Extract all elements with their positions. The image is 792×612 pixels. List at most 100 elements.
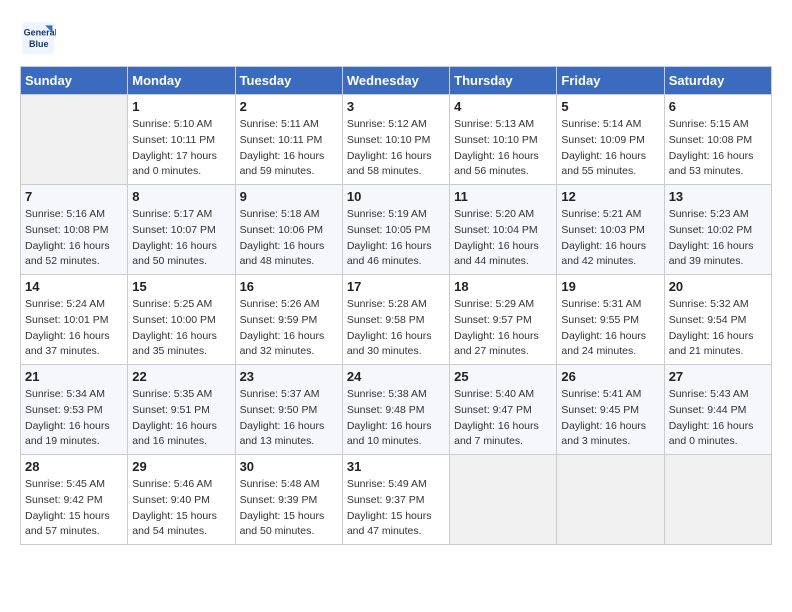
calendar-cell: 20 Sunrise: 5:32 AMSunset: 9:54 PMDayligh…: [664, 275, 771, 365]
col-header-friday: Friday: [557, 67, 664, 95]
calendar-cell: 9 Sunrise: 5:18 AMSunset: 10:06 PMDayligh…: [235, 185, 342, 275]
day-info: Sunrise: 5:26 AMSunset: 9:59 PMDaylight:…: [240, 297, 338, 360]
day-info: Sunrise: 5:20 AMSunset: 10:04 PMDaylight…: [454, 207, 552, 270]
day-number: 17: [347, 279, 445, 294]
calendar-cell: 1 Sunrise: 5:10 AMSunset: 10:11 PMDayligh…: [128, 95, 235, 185]
calendar-week-row: 14 Sunrise: 5:24 AMSunset: 10:01 PMDaylig…: [21, 275, 772, 365]
day-info: Sunrise: 5:46 AMSunset: 9:40 PMDaylight:…: [132, 477, 230, 540]
day-info: Sunrise: 5:37 AMSunset: 9:50 PMDaylight:…: [240, 387, 338, 450]
day-number: 1: [132, 99, 230, 114]
calendar-cell: 18 Sunrise: 5:29 AMSunset: 9:57 PMDayligh…: [450, 275, 557, 365]
day-info: Sunrise: 5:19 AMSunset: 10:05 PMDaylight…: [347, 207, 445, 270]
calendar-cell: 25 Sunrise: 5:40 AMSunset: 9:47 PMDayligh…: [450, 365, 557, 455]
calendar-header-row: SundayMondayTuesdayWednesdayThursdayFrid…: [21, 67, 772, 95]
day-number: 7: [25, 189, 123, 204]
calendar-week-row: 7 Sunrise: 5:16 AMSunset: 10:08 PMDayligh…: [21, 185, 772, 275]
day-number: 20: [669, 279, 767, 294]
day-number: 28: [25, 459, 123, 474]
col-header-sunday: Sunday: [21, 67, 128, 95]
calendar-cell: 19 Sunrise: 5:31 AMSunset: 9:55 PMDayligh…: [557, 275, 664, 365]
day-number: 15: [132, 279, 230, 294]
logo-icon: General Blue: [20, 20, 56, 56]
calendar-cell: 29 Sunrise: 5:46 AMSunset: 9:40 PMDayligh…: [128, 455, 235, 545]
day-info: Sunrise: 5:40 AMSunset: 9:47 PMDaylight:…: [454, 387, 552, 450]
day-info: Sunrise: 5:12 AMSunset: 10:10 PMDaylight…: [347, 117, 445, 180]
col-header-tuesday: Tuesday: [235, 67, 342, 95]
day-number: 18: [454, 279, 552, 294]
calendar-cell: 17 Sunrise: 5:28 AMSunset: 9:58 PMDayligh…: [342, 275, 449, 365]
day-number: 30: [240, 459, 338, 474]
day-number: 5: [561, 99, 659, 114]
day-number: 11: [454, 189, 552, 204]
day-number: 4: [454, 99, 552, 114]
calendar-cell: 13 Sunrise: 5:23 AMSunset: 10:02 PMDaylig…: [664, 185, 771, 275]
day-info: Sunrise: 5:35 AMSunset: 9:51 PMDaylight:…: [132, 387, 230, 450]
logo: General Blue: [20, 20, 60, 56]
day-info: Sunrise: 5:31 AMSunset: 9:55 PMDaylight:…: [561, 297, 659, 360]
day-info: Sunrise: 5:32 AMSunset: 9:54 PMDaylight:…: [669, 297, 767, 360]
calendar-cell: 26 Sunrise: 5:41 AMSunset: 9:45 PMDayligh…: [557, 365, 664, 455]
calendar-cell: [557, 455, 664, 545]
calendar-cell: 27 Sunrise: 5:43 AMSunset: 9:44 PMDayligh…: [664, 365, 771, 455]
calendar-cell: 5Sunrise: 5:14 AMSunset: 10:09 PMDayligh…: [557, 95, 664, 185]
day-number: 27: [669, 369, 767, 384]
day-info: Sunrise: 5:28 AMSunset: 9:58 PMDaylight:…: [347, 297, 445, 360]
day-info: Sunrise: 5:34 AMSunset: 9:53 PMDaylight:…: [25, 387, 123, 450]
day-info: Sunrise: 5:10 AMSunset: 10:11 PMDaylight…: [132, 117, 230, 180]
day-number: 23: [240, 369, 338, 384]
calendar-cell: 21 Sunrise: 5:34 AMSunset: 9:53 PMDayligh…: [21, 365, 128, 455]
day-info: Sunrise: 5:45 AMSunset: 9:42 PMDaylight:…: [25, 477, 123, 540]
day-number: 2: [240, 99, 338, 114]
day-info: Sunrise: 5:16 AMSunset: 10:08 PMDaylight…: [25, 207, 123, 270]
calendar-week-row: 21 Sunrise: 5:34 AMSunset: 9:53 PMDayligh…: [21, 365, 772, 455]
calendar-cell: 7 Sunrise: 5:16 AMSunset: 10:08 PMDayligh…: [21, 185, 128, 275]
day-info: Sunrise: 5:15 AMSunset: 10:08 PMDaylight…: [669, 117, 767, 180]
day-number: 25: [454, 369, 552, 384]
calendar-cell: 24 Sunrise: 5:38 AMSunset: 9:48 PMDayligh…: [342, 365, 449, 455]
calendar-cell: 23 Sunrise: 5:37 AMSunset: 9:50 PMDayligh…: [235, 365, 342, 455]
day-info: Sunrise: 5:24 AMSunset: 10:01 PMDaylight…: [25, 297, 123, 360]
col-header-thursday: Thursday: [450, 67, 557, 95]
calendar-cell: 10Sunrise: 5:19 AMSunset: 10:05 PMDaylig…: [342, 185, 449, 275]
day-number: 26: [561, 369, 659, 384]
day-info: Sunrise: 5:29 AMSunset: 9:57 PMDaylight:…: [454, 297, 552, 360]
calendar-cell: 16 Sunrise: 5:26 AMSunset: 9:59 PMDayligh…: [235, 275, 342, 365]
calendar-cell: [21, 95, 128, 185]
calendar-week-row: 1 Sunrise: 5:10 AMSunset: 10:11 PMDayligh…: [21, 95, 772, 185]
day-info: Sunrise: 5:21 AMSunset: 10:03 PMDaylight…: [561, 207, 659, 270]
calendar-table: SundayMondayTuesdayWednesdayThursdayFrid…: [20, 66, 772, 545]
svg-text:Blue: Blue: [29, 39, 49, 49]
day-number: 19: [561, 279, 659, 294]
day-number: 14: [25, 279, 123, 294]
day-info: Sunrise: 5:11 AMSunset: 10:11 PMDaylight…: [240, 117, 338, 180]
col-header-monday: Monday: [128, 67, 235, 95]
page-header: General Blue: [20, 20, 772, 56]
day-number: 12: [561, 189, 659, 204]
day-info: Sunrise: 5:49 AMSunset: 9:37 PMDaylight:…: [347, 477, 445, 540]
day-number: 29: [132, 459, 230, 474]
day-number: 22: [132, 369, 230, 384]
calendar-week-row: 28 Sunrise: 5:45 AMSunset: 9:42 PMDayligh…: [21, 455, 772, 545]
day-number: 13: [669, 189, 767, 204]
calendar-cell: 3 Sunrise: 5:12 AMSunset: 10:10 PMDayligh…: [342, 95, 449, 185]
day-info: Sunrise: 5:38 AMSunset: 9:48 PMDaylight:…: [347, 387, 445, 450]
calendar-cell: 22 Sunrise: 5:35 AMSunset: 9:51 PMDayligh…: [128, 365, 235, 455]
calendar-cell: 12 Sunrise: 5:21 AMSunset: 10:03 PMDaylig…: [557, 185, 664, 275]
day-number: 21: [25, 369, 123, 384]
day-number: 6: [669, 99, 767, 114]
day-info: Sunrise: 5:18 AMSunset: 10:06 PMDaylight…: [240, 207, 338, 270]
calendar-cell: 11 Sunrise: 5:20 AMSunset: 10:04 PMDaylig…: [450, 185, 557, 275]
day-info: Sunrise: 5:23 AMSunset: 10:02 PMDaylight…: [669, 207, 767, 270]
calendar-cell: 30 Sunrise: 5:48 AMSunset: 9:39 PMDayligh…: [235, 455, 342, 545]
day-number: 16: [240, 279, 338, 294]
col-header-saturday: Saturday: [664, 67, 771, 95]
day-info: Sunrise: 5:17 AMSunset: 10:07 PMDaylight…: [132, 207, 230, 270]
calendar-cell: 31Sunrise: 5:49 AMSunset: 9:37 PMDayligh…: [342, 455, 449, 545]
day-number: 3: [347, 99, 445, 114]
day-info: Sunrise: 5:41 AMSunset: 9:45 PMDaylight:…: [561, 387, 659, 450]
calendar-cell: [664, 455, 771, 545]
day-info: Sunrise: 5:43 AMSunset: 9:44 PMDaylight:…: [669, 387, 767, 450]
day-info: Sunrise: 5:48 AMSunset: 9:39 PMDaylight:…: [240, 477, 338, 540]
day-number: 24: [347, 369, 445, 384]
day-number: 9: [240, 189, 338, 204]
